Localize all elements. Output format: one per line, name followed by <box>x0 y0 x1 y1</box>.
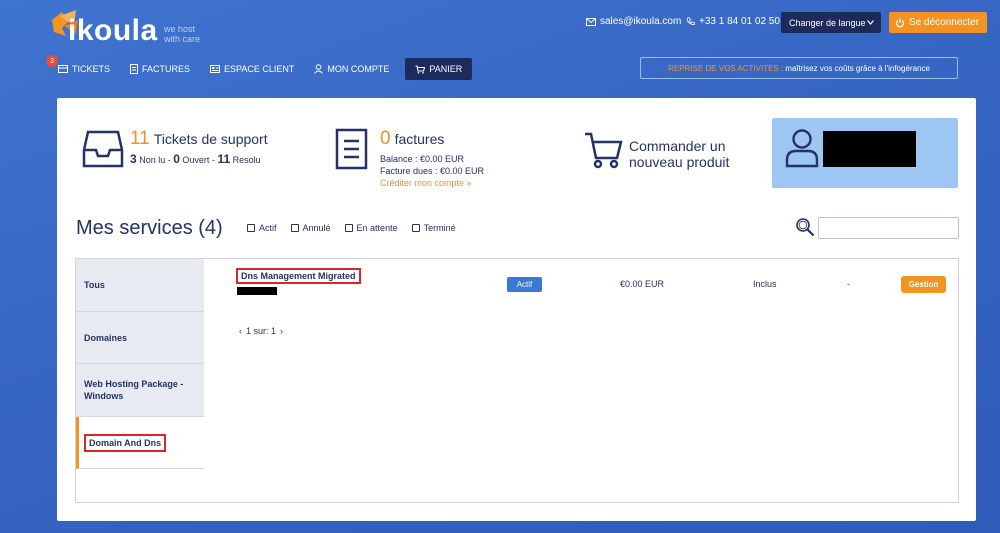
logout-button[interactable]: Se déconnecter <box>889 12 987 33</box>
filter-cancelled-checkbox[interactable] <box>290 224 299 232</box>
shopping-cart-icon[interactable] <box>583 130 625 172</box>
filter-terminated-checkbox[interactable] <box>411 224 420 232</box>
logo-tagline: we host with care <box>164 24 201 44</box>
service-due-date: - <box>847 279 850 289</box>
filter-pending-checkbox[interactable] <box>344 224 353 232</box>
invoices-due: Facture dues : €0.00 EUR <box>380 166 485 176</box>
language-select-label: Changer de langue <box>789 17 866 28</box>
contact-phone-text: +33 1 84 01 02 50 <box>699 16 780 27</box>
invoices-balance: Balance : €0.00 EUR <box>380 154 465 164</box>
filter-pending-label: En attente <box>356 223 398 233</box>
tickets-badge: 3 <box>46 55 58 67</box>
promo-text: maîtrisez vos coûts grâce à l'infogéranc… <box>785 63 930 73</box>
chevron-down-icon <box>867 20 874 25</box>
service-billing-cycle: Inclus <box>753 279 777 289</box>
services-title: Mes services (4) <box>76 217 223 239</box>
category-all-label: Tous <box>84 280 105 290</box>
filter-active[interactable]: Actif <box>247 223 277 233</box>
redacted-service-domain <box>237 287 277 295</box>
resolved-label: Resolu <box>232 155 261 165</box>
ticket-icon <box>58 65 68 73</box>
category-all[interactable]: Tous <box>76 259 204 312</box>
user-icon <box>314 64 324 74</box>
invoice-icon <box>130 64 139 74</box>
unread-label: Non lu <box>139 155 166 165</box>
filter-cancelled-label: Annulé <box>302 223 331 233</box>
open-count: 0 <box>173 152 180 166</box>
open-label: Ouvert <box>182 155 210 165</box>
invoice-document-icon[interactable] <box>334 128 376 170</box>
resolved-count: 11 <box>217 152 231 166</box>
category-web-hosting-label: Web Hosting Package - Windows <box>84 379 184 401</box>
search-input[interactable] <box>818 217 959 239</box>
inbox-icon[interactable] <box>82 128 124 170</box>
order-line-2: nouveau produit <box>629 154 730 170</box>
contact-email[interactable]: sales@ikoula.com <box>586 16 681 27</box>
order-new-product-link[interactable]: Commander un nouveau produit <box>629 138 759 170</box>
nav-client-area[interactable]: ESPACE CLIENT <box>200 58 304 80</box>
nav-invoices[interactable]: FACTURES <box>120 58 200 80</box>
filter-active-checkbox[interactable] <box>247 224 255 232</box>
main-nav: 3 TICKETS FACTURES ESPACE CLIENT MON COM… <box>46 55 473 80</box>
order-line-1: Commander un <box>629 138 726 154</box>
search-icon[interactable] <box>795 217 815 237</box>
logo-wordmark: ikoula <box>68 14 158 47</box>
language-select[interactable]: Changer de langue <box>781 12 881 33</box>
page-indicator: 1 sur: 1 <box>246 326 277 336</box>
filter-active-label: Actif <box>259 223 277 233</box>
phone-icon <box>686 17 695 26</box>
promo-highlight: REPRISE DE VOS ACTIVITES : <box>668 63 784 73</box>
power-icon <box>895 18 905 27</box>
nav-cart[interactable]: PANIER <box>405 58 473 80</box>
nav-cart-label: PANIER <box>429 64 463 74</box>
services-container <box>75 258 959 503</box>
filter-pending[interactable]: En attente <box>344 223 398 233</box>
contact-email-text: sales@ikoula.com <box>600 16 682 27</box>
service-name-link[interactable]: Dns Management Migrated <box>236 268 361 284</box>
category-web-hosting[interactable]: Web Hosting Package - Windows <box>76 364 204 417</box>
status-badge: Actif <box>507 277 542 292</box>
nav-invoices-label: FACTURES <box>142 64 191 74</box>
mail-icon <box>586 17 596 26</box>
invoices-title: factures <box>394 131 445 147</box>
filter-cancelled[interactable]: Annulé <box>290 223 331 233</box>
nav-tickets-label: TICKETS <box>72 64 111 74</box>
next-page-button[interactable]: › <box>280 326 283 336</box>
category-domains[interactable]: Domaines <box>76 312 204 364</box>
category-domain-and-dns[interactable]: Domain And Dns <box>76 417 204 469</box>
cart-icon <box>415 65 426 74</box>
manage-button[interactable]: Gestion <box>901 276 946 293</box>
tickets-summary[interactable]: 11 Tickets de support <box>130 128 268 150</box>
unread-count: 3 <box>130 152 137 166</box>
category-domains-label: Domaines <box>84 332 128 343</box>
user-avatar-icon <box>785 129 819 168</box>
nav-tickets[interactable]: 3 TICKETS <box>46 55 120 80</box>
pagination: ‹ 1 sur: 1 › <box>239 326 283 336</box>
filter-terminated[interactable]: Terminé <box>411 223 456 233</box>
service-price: €0.00 EUR <box>620 279 665 289</box>
credit-account-link[interactable]: Créditer mon compte » <box>380 178 472 188</box>
nav-client-area-label: ESPACE CLIENT <box>224 64 295 74</box>
invoices-count: 0 <box>380 128 391 149</box>
prev-page-button[interactable]: ‹ <box>239 326 242 336</box>
tickets-count: 11 <box>130 128 150 149</box>
redacted-user-name <box>823 131 916 167</box>
category-domain-and-dns-label: Domain And Dns <box>84 433 167 452</box>
tickets-title: Tickets de support <box>153 131 268 147</box>
contact-phone[interactable]: +33 1 84 01 02 50 <box>686 16 780 27</box>
invoices-summary[interactable]: 0 factures <box>380 128 444 150</box>
filter-terminated-label: Terminé <box>423 223 456 233</box>
nav-account[interactable]: MON COMPTE <box>304 58 399 80</box>
service-name: Dns Management Migrated <box>236 268 361 284</box>
logout-label: Se déconnecter <box>909 17 980 28</box>
tickets-breakdown: 3 Non lu - 0 Ouvert - 11 Resolu <box>130 152 261 166</box>
status-filters: Actif Annulé En attente Terminé <box>247 223 456 233</box>
nav-account-label: MON COMPTE <box>327 64 390 74</box>
promo-banner[interactable]: REPRISE DE VOS ACTIVITES : maîtrisez vos… <box>640 57 958 79</box>
dashboard-icon <box>210 65 221 73</box>
